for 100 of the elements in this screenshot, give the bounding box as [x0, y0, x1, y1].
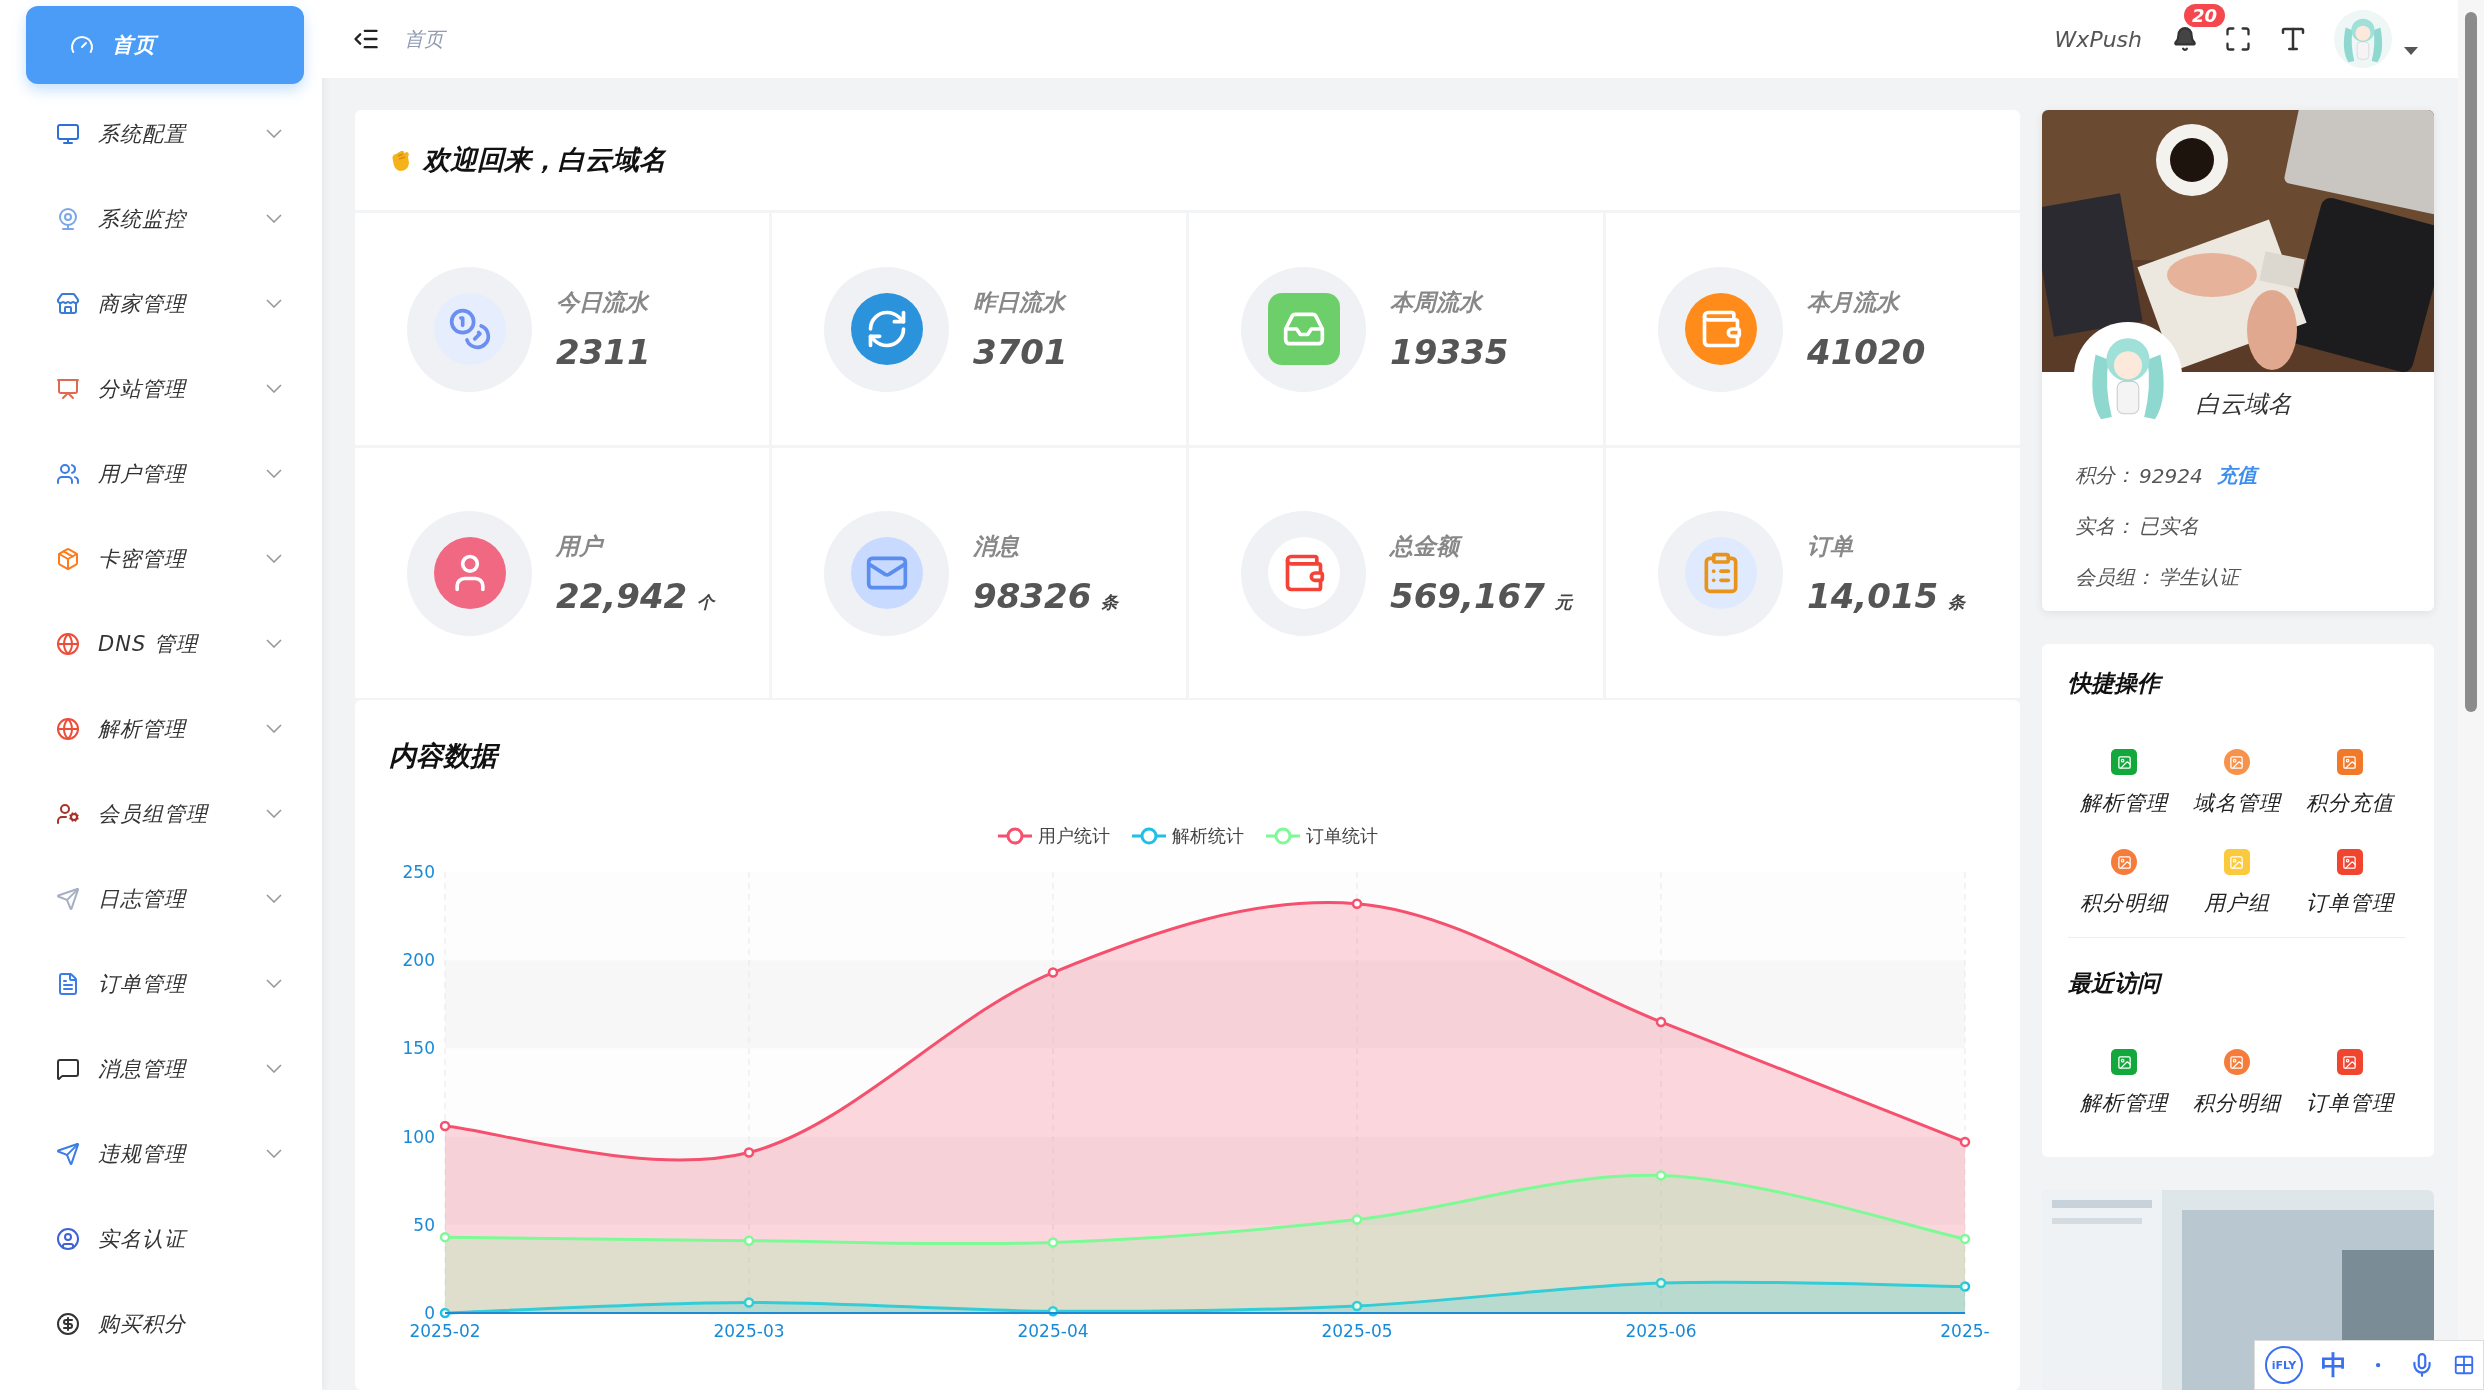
y-tick-label: 50 — [413, 1214, 435, 1235]
stat-unit: 条 — [1101, 590, 1119, 614]
x-tick-label: 2025-02 — [409, 1321, 481, 1341]
shortcut-item[interactable]: 用户组 — [2180, 849, 2294, 917]
monitor-icon — [56, 121, 80, 146]
presentation-icon — [56, 376, 80, 401]
data-point — [743, 1297, 755, 1308]
stat-label: 订单 — [1807, 531, 1855, 561]
data-point — [743, 1147, 755, 1158]
shortcut-icon — [2111, 849, 2138, 875]
section-title: 最近访问 — [2068, 968, 2406, 999]
shortcut-item[interactable]: 域名管理 — [2180, 749, 2294, 817]
shortcut-item[interactable]: 订单管理 — [2293, 849, 2406, 917]
shortcut-item[interactable]: 积分明细 — [2180, 1049, 2294, 1117]
data-point — [439, 1231, 451, 1243]
users-icon — [56, 461, 80, 486]
shortcut-icon — [2336, 1049, 2363, 1075]
data-point — [1959, 1281, 1971, 1292]
package-icon — [56, 546, 80, 571]
data-point — [1655, 1016, 1667, 1028]
points-value: 92924 — [2139, 463, 2203, 488]
sidebar-item[interactable]: 卡密管理 — [26, 516, 304, 601]
shortcut-icon — [2224, 849, 2250, 875]
stat-unit: 条 — [1948, 590, 1966, 614]
sidebar-item[interactable]: 分站管理 — [26, 346, 304, 431]
ime-logo[interactable]: iFLY — [2265, 1346, 2303, 1384]
store-icon — [56, 291, 80, 316]
stat-label: 今日流水 — [556, 287, 651, 317]
paper-plane-icon — [56, 1141, 80, 1166]
legend-label: 订单统计 — [1305, 824, 1378, 848]
field-label: 实名： — [2075, 513, 2135, 540]
inbox-icon — [1267, 293, 1340, 365]
stat-value: 2311 — [556, 331, 651, 372]
caret-down-icon[interactable] — [2404, 47, 2418, 57]
data-point — [743, 1235, 755, 1246]
section-title: 内容数据 — [355, 700, 2020, 818]
x-tick-label: 2025-03 — [713, 1321, 785, 1341]
x-tick-label: 2025- — [1940, 1321, 1990, 1341]
sidebar-item[interactable]: 解析管理 — [26, 686, 304, 771]
sidebar-item[interactable]: 商家管理 — [26, 261, 304, 346]
bell-icon[interactable] — [2172, 26, 2198, 52]
legend-item[interactable]: 解析统计 — [1131, 824, 1244, 848]
legend-item[interactable]: 订单统计 — [1265, 824, 1378, 848]
shortcut-icon — [2111, 749, 2138, 775]
x-tick-label: 2025-06 — [1625, 1321, 1697, 1341]
stat-label: 总金额 — [1390, 530, 1572, 562]
y-tick-label: 100 — [402, 1126, 435, 1147]
stat-label: 用户 — [556, 530, 715, 562]
stat-label: 本月流水 — [1807, 287, 1902, 317]
shortcut-icon — [2336, 749, 2363, 775]
data-point — [1959, 1233, 1971, 1245]
shortcut-item[interactable]: 积分明细 — [2068, 849, 2181, 917]
shortcut-item[interactable]: 订单管理 — [2293, 1049, 2406, 1117]
shortcut-icon — [2224, 1049, 2250, 1075]
sidebar-item[interactable]: 日志管理 — [26, 856, 304, 941]
stat-value: 98326 — [973, 575, 1092, 616]
data-point — [1351, 898, 1363, 909]
data-point — [1047, 967, 1059, 978]
sidebar-item[interactable]: 购买积分 — [26, 1281, 304, 1366]
sidebar-item[interactable]: 订单管理 — [26, 941, 304, 1026]
ime-mode-toggle[interactable]: 中 — [2321, 1347, 2347, 1383]
sidebar-item[interactable]: 系统配置 — [26, 91, 304, 176]
shortcut-item[interactable]: 积分充值 — [2293, 749, 2406, 817]
sidebar-item[interactable]: 会员组管理 — [26, 771, 304, 856]
coin-icon — [56, 1311, 80, 1336]
chat-icon — [56, 1056, 80, 1081]
stat-label: 昨日流水 — [973, 287, 1068, 317]
sidebar-item[interactable]: 用户管理 — [26, 431, 304, 516]
sidebar-item[interactable]: 系统监控 — [26, 176, 304, 261]
stat-value: 569,167 — [1390, 575, 1545, 616]
field-label: 会员组： — [2075, 564, 2155, 591]
stat-value: 3701 — [973, 331, 1068, 372]
sidebar-item[interactable]: DNS 管理 — [26, 601, 304, 686]
data-point — [1351, 1300, 1363, 1312]
globe-icon — [56, 716, 80, 741]
grid-icon[interactable] — [2453, 1354, 2475, 1376]
stat-value: 19335 — [1390, 331, 1509, 372]
sidebar-item[interactable]: 实名认证 — [26, 1196, 304, 1281]
section-title: 快捷操作 — [2068, 668, 2406, 699]
y-tick-label: 250 — [402, 862, 435, 882]
stat-unit: 元 — [1554, 590, 1572, 614]
paper-plane-icon — [56, 886, 80, 911]
shortcut-item[interactable]: 解析管理 — [2068, 1049, 2181, 1117]
data-point — [439, 1307, 451, 1319]
fullscreen-icon[interactable] — [2224, 25, 2252, 53]
shortcut-item[interactable]: 解析管理 — [2068, 749, 2181, 817]
y-tick-label: 150 — [402, 1038, 435, 1059]
stat-unit: 个 — [697, 590, 715, 614]
globe-icon — [56, 631, 80, 656]
legend-item[interactable]: 用户统计 — [997, 824, 1110, 848]
shortcut-icon — [2336, 849, 2363, 875]
y-tick-label: 0 — [424, 1303, 435, 1323]
stat-value: 41020 — [1807, 331, 1926, 372]
x-tick-label: 2025-05 — [1321, 1321, 1393, 1341]
document-icon — [56, 971, 80, 996]
sidebar-item[interactable]: 消息管理 — [26, 1026, 304, 1111]
sidebar-item[interactable]: 违规管理 — [26, 1111, 304, 1196]
field-value: 已实名 — [2139, 513, 2199, 540]
shortcut-icon — [2224, 749, 2250, 775]
scrollbar-thumb[interactable] — [2465, 12, 2477, 712]
